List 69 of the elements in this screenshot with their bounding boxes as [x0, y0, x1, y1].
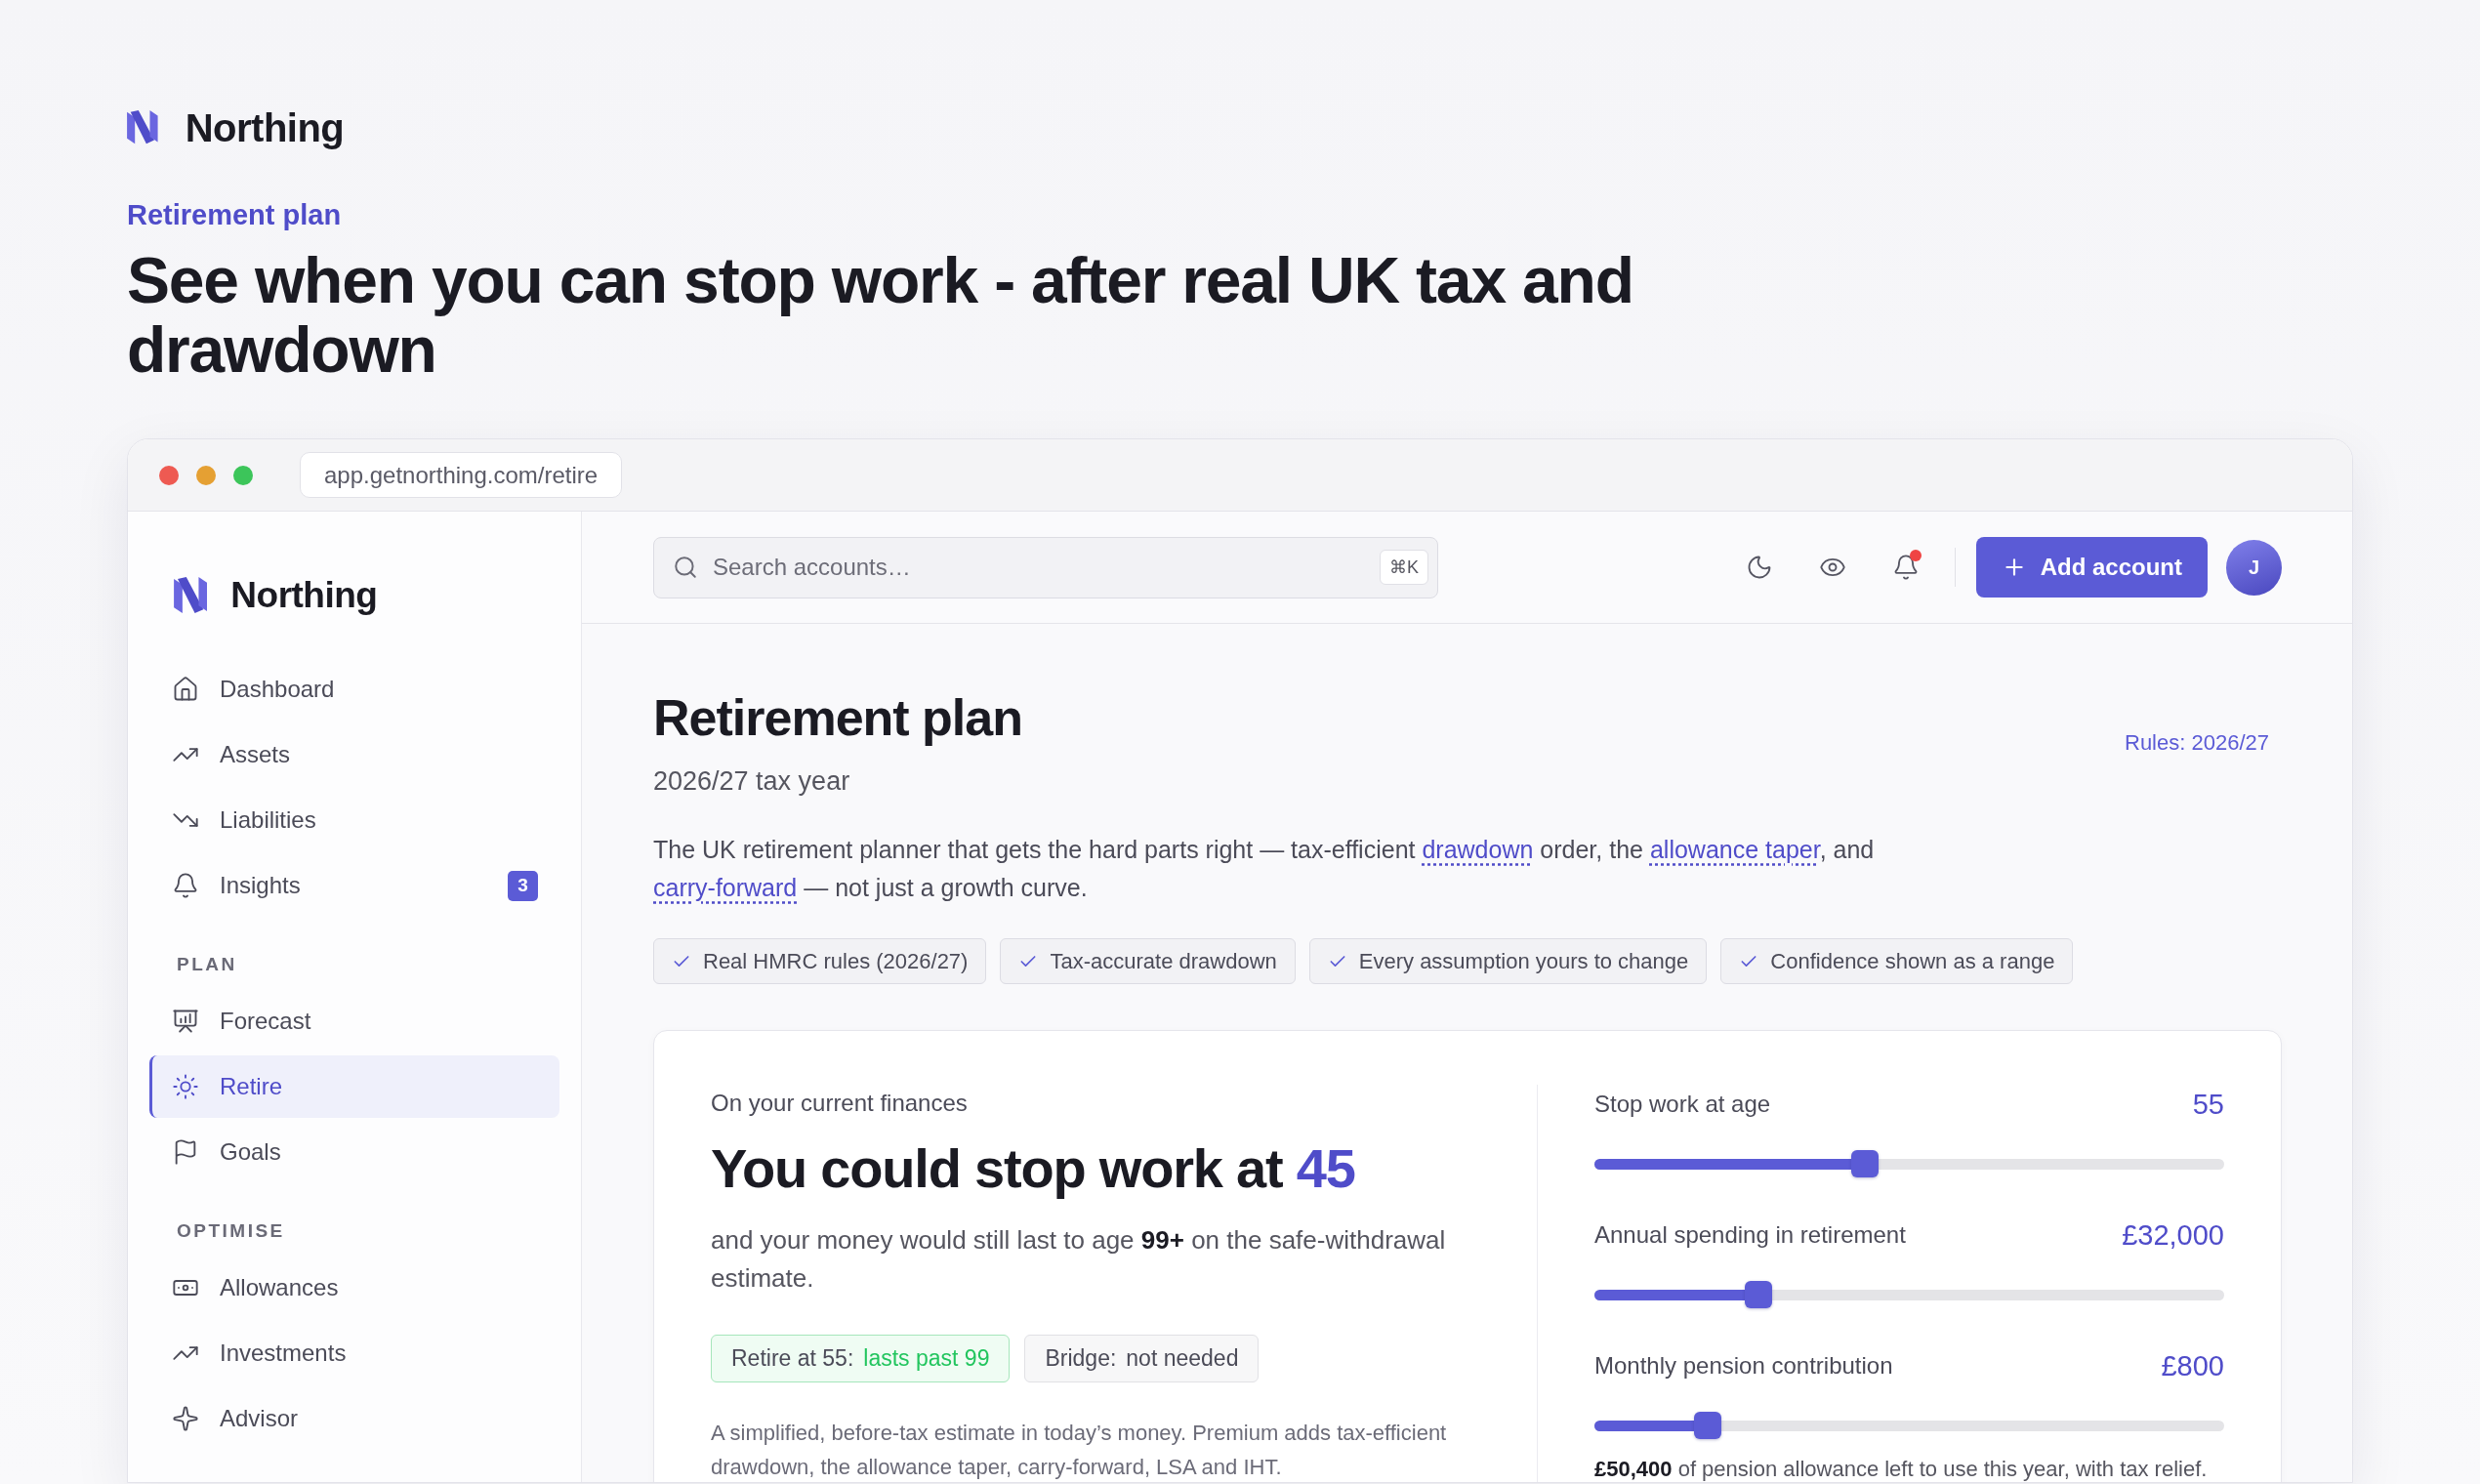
chip-label: Real HMRC rules (2026/27)	[703, 948, 969, 974]
status-pill: Retire at 55: lasts past 99	[711, 1335, 1011, 1382]
house-icon	[172, 676, 199, 703]
nav-item[interactable]: Allowances	[149, 1257, 559, 1319]
add-account-button[interactable]: Add account	[1975, 537, 2208, 598]
chip-label: Confidence shown as a range	[1770, 948, 2055, 974]
nav-item[interactable]: Dashboard	[149, 658, 559, 721]
chip-label: Every assumption yours to change	[1358, 948, 1689, 974]
nav-item[interactable]: Advisor	[149, 1387, 559, 1450]
glossary-link[interactable]: allowance taper	[1649, 836, 1820, 863]
sparkle-icon	[172, 1405, 199, 1432]
nav-label: Goals	[220, 1138, 281, 1166]
slider-label: Stop work at age	[1594, 1091, 1771, 1118]
nav-label: Advisor	[220, 1405, 299, 1432]
slider-label: Monthly pension contribution	[1594, 1352, 1893, 1380]
slider-label: Annual spending in retirement	[1594, 1221, 1906, 1249]
slider-value: £800	[2161, 1349, 2224, 1382]
hero-headline: See when you can stop work - after real UK tax and drawdown	[127, 246, 1634, 385]
count-badge: 3	[508, 870, 538, 901]
nav-item[interactable]: Assets	[149, 723, 559, 786]
section-heading: PLAN	[177, 953, 237, 976]
logo-icon	[174, 576, 208, 615]
glossary-link[interactable]: carry-forward	[653, 874, 798, 901]
card-eyebrow: On your current finances	[711, 1089, 968, 1118]
nav-label: Forecast	[220, 1008, 311, 1035]
bell-icon	[172, 872, 199, 899]
slider-thumb[interactable]	[1744, 1281, 1772, 1308]
nav-label: Investments	[220, 1340, 347, 1367]
nav-label: Dashboard	[220, 676, 335, 703]
allowance-note: £50,400 of pension allowance left to use this year, with tax relief.	[1594, 1456, 2208, 1482]
close-dot-icon[interactable]	[159, 465, 179, 485]
footnote-text: A simplified, before-tax estimate in today’s money. Premium adds tax-efficient drawdown, the allowance taper, carry-forward, LSA and IHT.	[711, 1420, 1448, 1481]
glossary-link[interactable]: drawdown	[1422, 836, 1534, 863]
logo-icon	[127, 110, 158, 145]
shortcut-hint: ⌘K	[1380, 550, 1428, 585]
address-bar[interactable]: app.getnorthing.com/retire	[300, 452, 623, 498]
page-subtitle: 2026/27 tax year	[653, 765, 850, 798]
status-pill: Bridge: not needed	[1024, 1335, 1260, 1382]
zoom-dot-icon[interactable]	[233, 465, 253, 485]
brand-name: Northing	[185, 105, 345, 151]
easel-chart-icon	[172, 1008, 199, 1035]
sun-icon	[172, 1073, 199, 1100]
nav-label: Allowances	[220, 1274, 339, 1301]
nav-item[interactable]: Liabilities	[149, 789, 559, 851]
slider-thumb[interactable]	[1851, 1150, 1880, 1177]
nav-item[interactable]: Forecast	[149, 990, 559, 1052]
nav-item[interactable]: Retire	[149, 1055, 559, 1118]
section-heading: OPTIMISE	[177, 1219, 285, 1243]
page-title: Retirement plan	[653, 688, 1022, 748]
minimize-dot-icon[interactable]	[196, 465, 216, 485]
eyebrow-text: Retirement plan	[127, 198, 342, 232]
result-summary: and your money would still last to age 99+ on the safe-withdrawal estimate.	[711, 1224, 1447, 1295]
nav-item[interactable]: Investments	[149, 1322, 559, 1384]
slider-thumb[interactable]	[1694, 1412, 1722, 1439]
nav-item[interactable]: Insights 3	[149, 854, 559, 917]
chip-label: Tax-accurate drawdown	[1050, 948, 1277, 974]
intro-paragraph: The UK retirement planner that gets the hard parts right — tax-efficient drawdown order, the allowance taper, and carry-forward — not just a growth curve.	[653, 835, 1876, 903]
nav-label: Retire	[220, 1073, 283, 1100]
slider-value: £32,000	[2122, 1218, 2224, 1252]
result-headline: You could stop work at 45	[711, 1137, 1355, 1200]
slider-value: 55	[2192, 1088, 2224, 1121]
brand-name: Northing	[230, 573, 378, 617]
nav-label: Insights	[220, 872, 301, 899]
search-icon	[673, 555, 698, 580]
nav-label: Liabilities	[220, 806, 316, 834]
nav-label: Assets	[220, 741, 291, 768]
rules-label: Rules: 2026/27	[2125, 730, 2269, 756]
nav-item[interactable]: Goals	[149, 1121, 559, 1183]
user-avatar[interactable]: J	[2226, 539, 2282, 596]
